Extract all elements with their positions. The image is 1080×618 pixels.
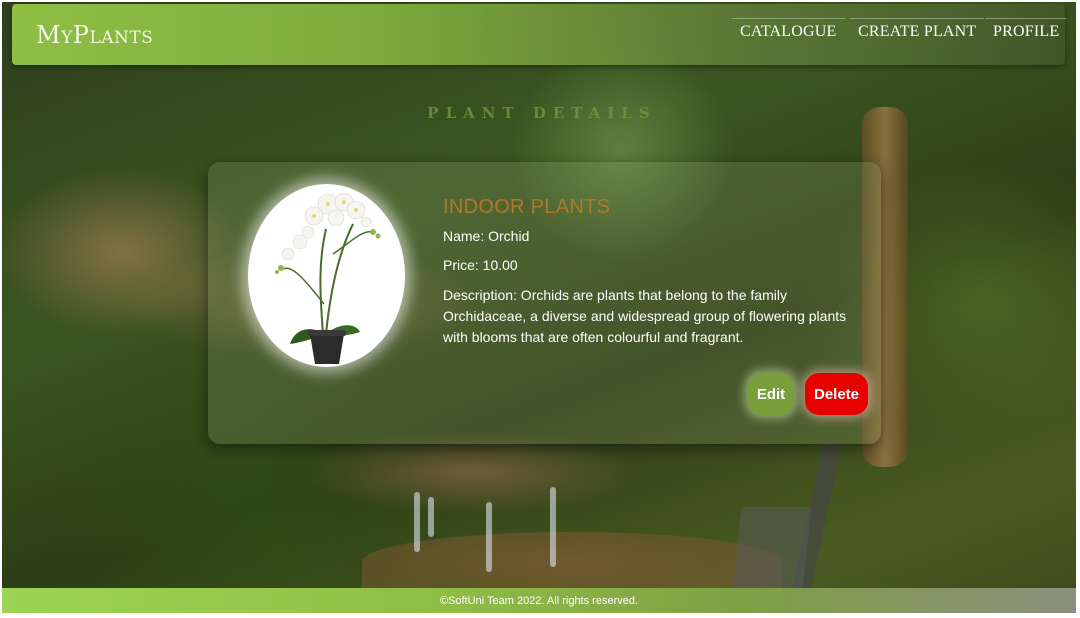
water-drop-decoration — [486, 502, 492, 572]
site-logo[interactable]: MyPlants — [36, 21, 153, 49]
water-drop-decoration — [428, 497, 434, 537]
delete-button[interactable]: Delete — [805, 373, 868, 415]
plant-category: INDOOR PLANTS — [443, 196, 611, 218]
water-drop-decoration — [414, 492, 420, 552]
plant-info: INDOOR PLANTS Name: Orchid Price: 10.00 … — [443, 196, 863, 358]
nav-link-profile[interactable]: PROFILE — [985, 18, 1068, 47]
plant-price: Price: 10.00 — [443, 257, 518, 273]
section-title: PLANT DETAILS — [427, 104, 657, 122]
nav-link-catalogue[interactable]: CATALOGUE — [732, 18, 845, 47]
orchid-photo-icon — [275, 192, 381, 364]
plant-description: Description: Orchids are plants that bel… — [443, 287, 847, 345]
nav-link-create-plant[interactable]: CREATE PLANT — [850, 18, 985, 47]
site-header: MyPlants CATALOGUE CREATE PLANT PROFILE — [12, 4, 1068, 65]
shovel-blade-decoration — [732, 507, 812, 589]
plant-details-card: INDOOR PLANTS Name: Orchid Price: 10.00 … — [208, 162, 881, 444]
water-drop-decoration — [550, 487, 556, 567]
edit-button[interactable]: Edit — [748, 373, 794, 415]
plant-name: Name: Orchid — [443, 228, 530, 244]
soil-decoration — [362, 532, 782, 592]
site-footer: ©SoftUni Team 2022. All rights reserved. — [2, 588, 1076, 613]
plant-image — [248, 184, 405, 367]
footer-copyright: ©SoftUni Team 2022. All rights reserved. — [439, 594, 639, 607]
page-background: MyPlants CATALOGUE CREATE PLANT PROFILE … — [2, 2, 1076, 613]
